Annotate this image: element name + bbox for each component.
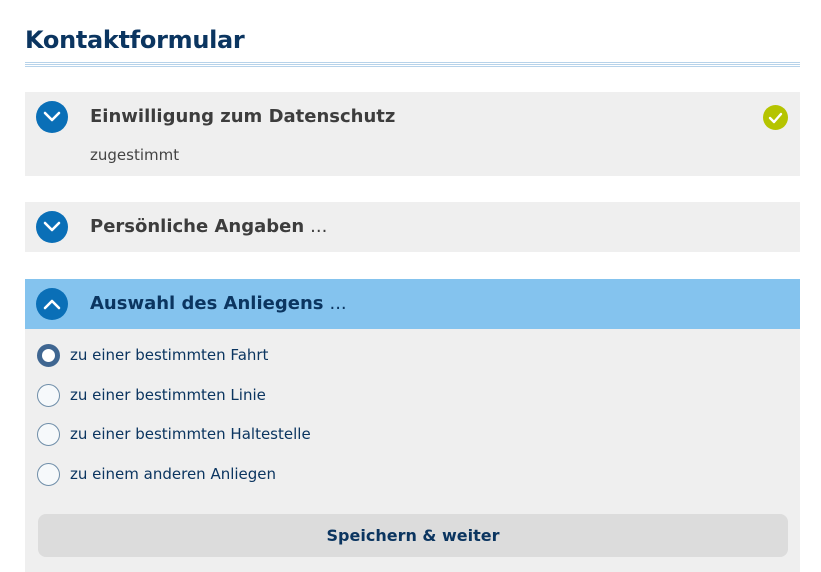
section-request-type-title-text: Auswahl des Anliegens (90, 293, 324, 314)
radio-option-other-request[interactable]: zu einem anderen Anliegen (37, 462, 276, 486)
radio-button-specific-trip[interactable] (37, 343, 60, 367)
save-and-continue-button[interactable]: Speichern & weiter (38, 514, 788, 557)
radio-label: zu einer bestimmten Linie (70, 386, 266, 404)
section-request-type: Auswahl des Anliegens... zu einer bestim… (25, 279, 800, 572)
chevron-up-icon[interactable] (36, 288, 68, 320)
section-request-type-title: Auswahl des Anliegens... (90, 293, 347, 314)
section-request-type-ellipsis: ... (329, 293, 347, 314)
checkmark-icon (763, 105, 788, 130)
radio-label: zu einem anderen Anliegen (70, 465, 277, 483)
section-personal-data-ellipsis: ... (310, 216, 328, 237)
radio-label: zu einer bestimmten Haltestelle (70, 425, 311, 443)
section-privacy-consent-status: zugestimmt (90, 146, 180, 164)
section-personal-data-header[interactable]: Persönliche Angaben... (25, 202, 800, 252)
section-personal-data-title: Persönliche Angaben... (90, 216, 327, 237)
chevron-down-icon[interactable] (36, 101, 68, 133)
radio-option-specific-trip[interactable]: zu einer bestimmten Fahrt (37, 343, 268, 367)
section-privacy-consent-title: Einwilligung zum Datenschutz (90, 106, 396, 127)
radio-label: zu einer bestimmten Fahrt (70, 346, 269, 364)
radio-option-specific-line[interactable]: zu einer bestimmten Linie (37, 383, 266, 407)
section-personal-data: Persönliche Angaben... (25, 202, 800, 252)
section-privacy-consent: Einwilligung zum Datenschutz zugestimmt (25, 92, 800, 176)
section-privacy-consent-header[interactable]: Einwilligung zum Datenschutz (25, 92, 800, 142)
section-personal-data-title-text: Persönliche Angaben (90, 216, 305, 237)
title-divider (25, 62, 800, 67)
radio-button-other-request[interactable] (37, 462, 60, 486)
page-title: Kontaktformular (25, 26, 245, 54)
radio-button-specific-line[interactable] (37, 383, 60, 407)
radio-option-specific-stop[interactable]: zu einer bestimmten Haltestelle (37, 422, 311, 446)
radio-button-specific-stop[interactable] (37, 422, 60, 446)
section-request-type-header[interactable]: Auswahl des Anliegens... (25, 279, 800, 329)
chevron-down-icon[interactable] (36, 211, 68, 243)
